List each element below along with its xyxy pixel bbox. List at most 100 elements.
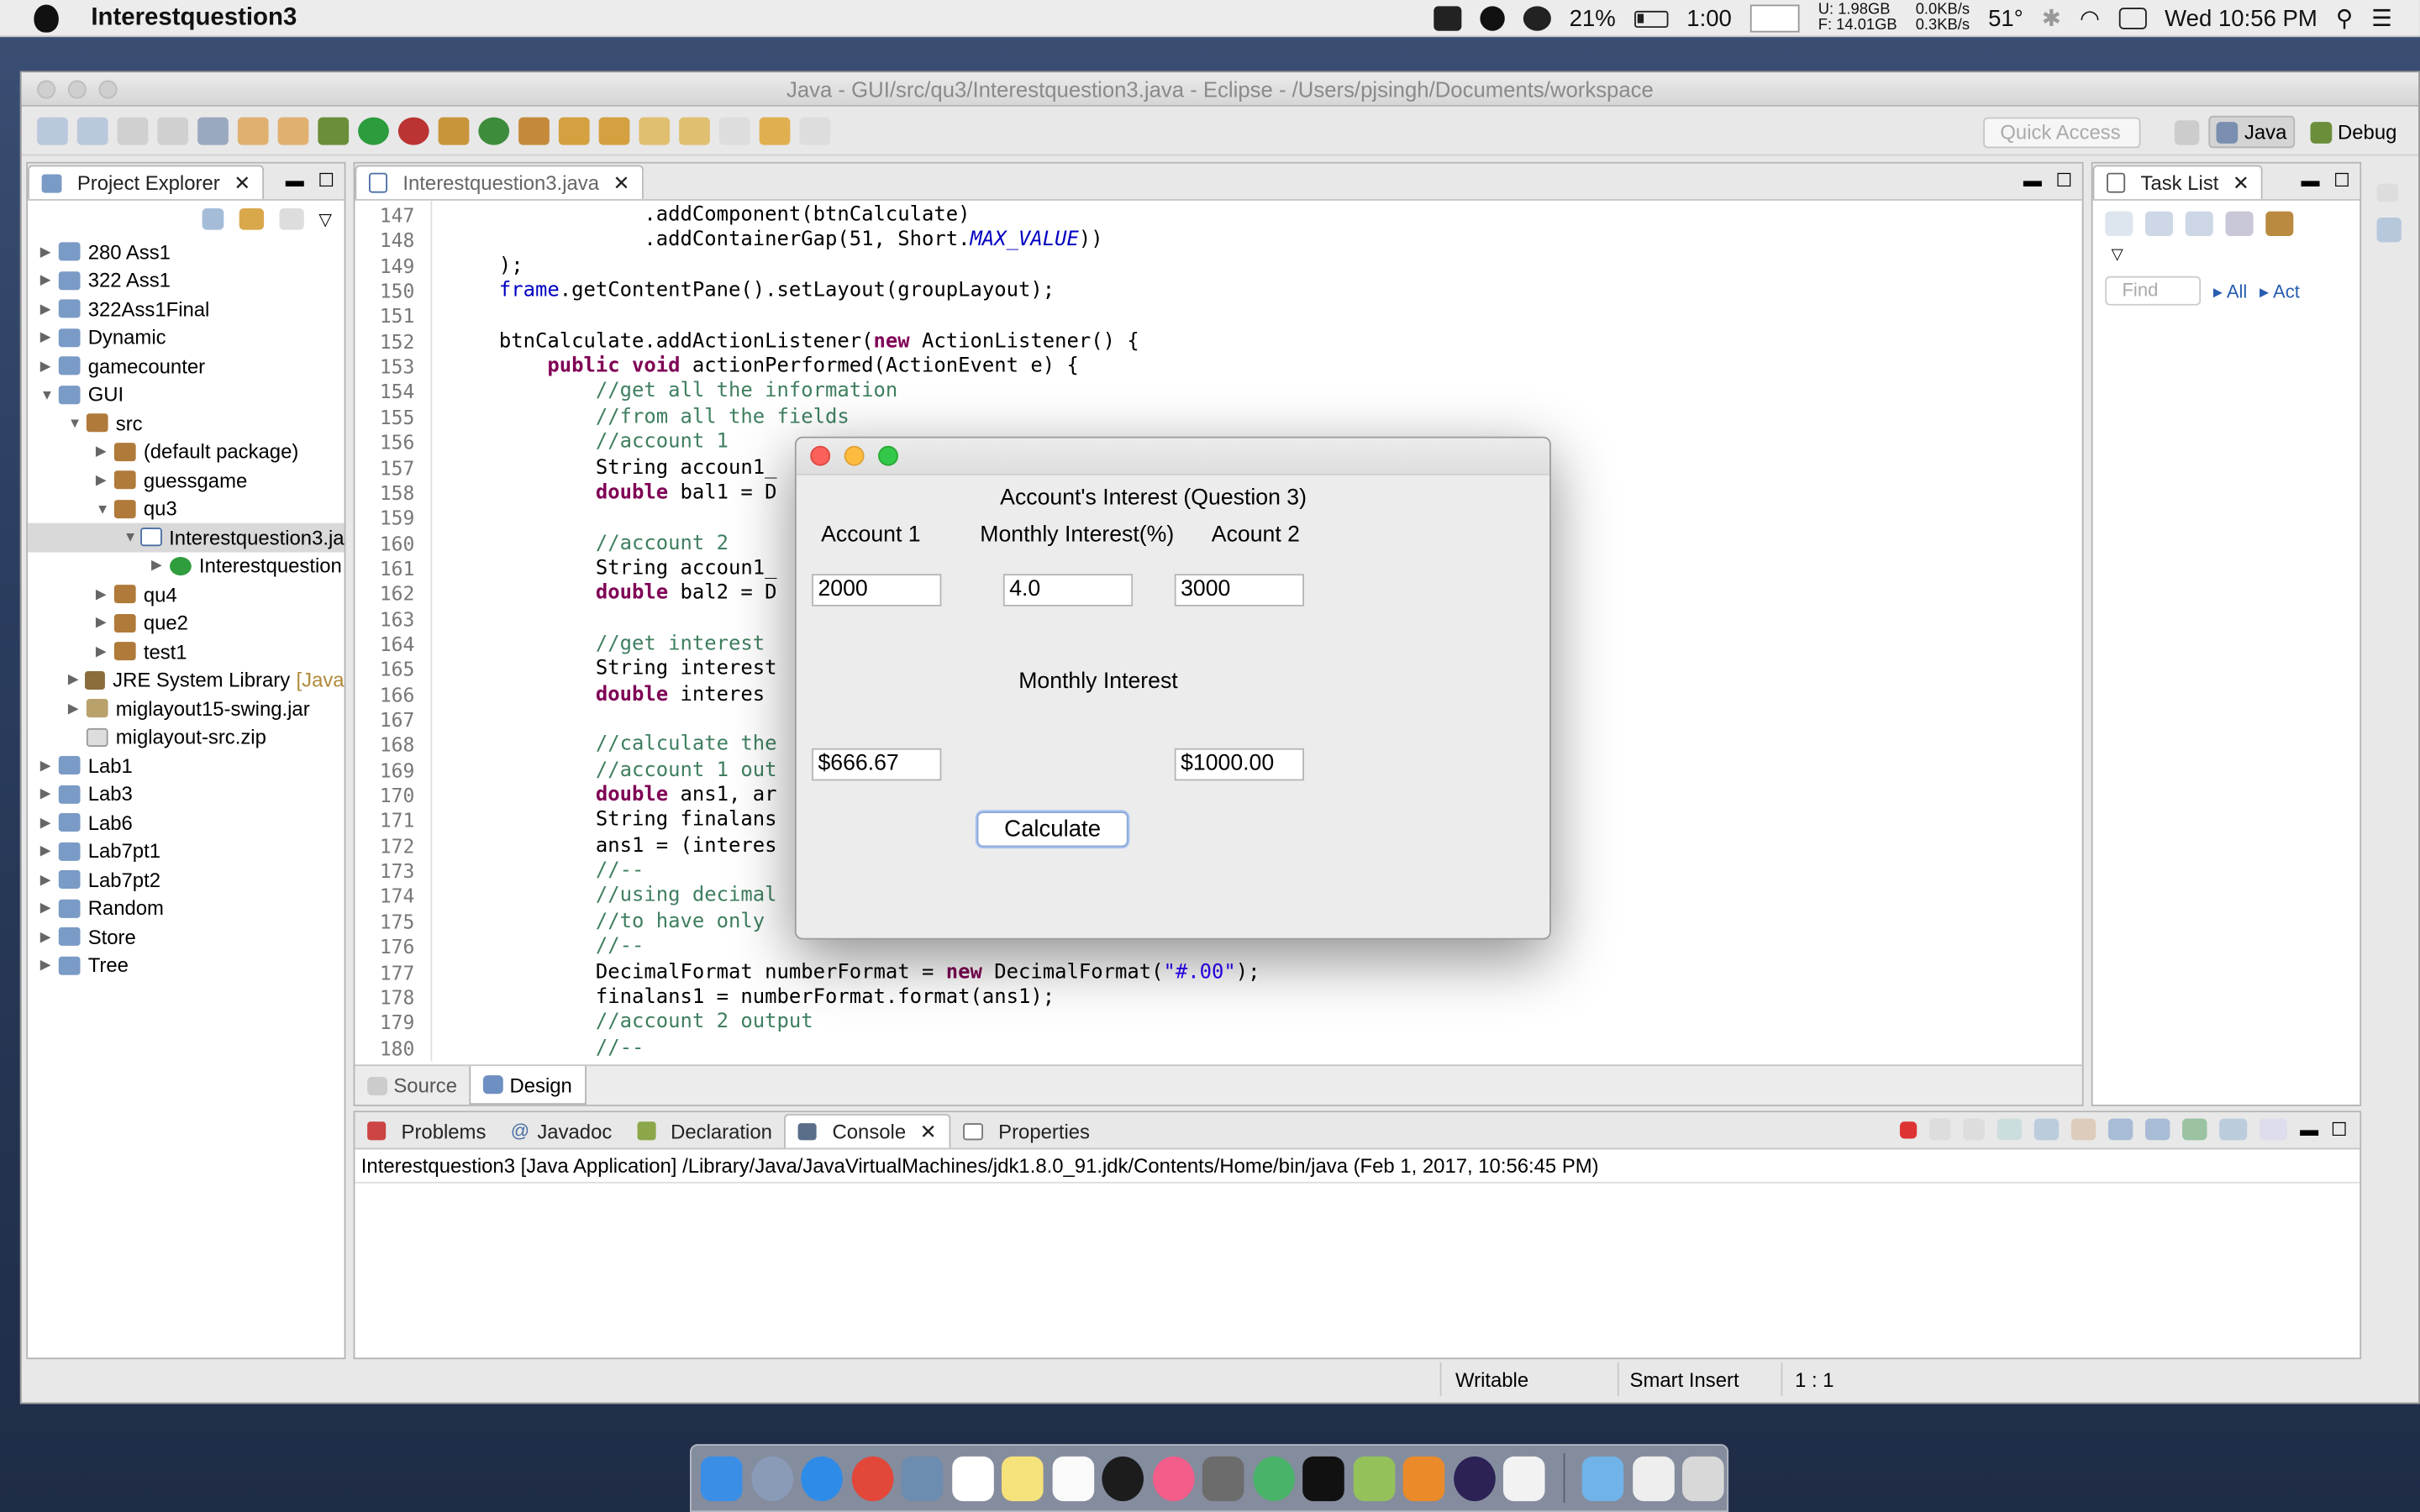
account1-input[interactable]: 2000 [812, 574, 942, 606]
remove-all-icon[interactable] [1963, 1118, 1986, 1141]
tree-item[interactable]: ▶ Interestquestion [28, 552, 345, 580]
outline-icon[interactable] [2376, 217, 2402, 243]
debug-perspective-button[interactable]: Debug [2304, 118, 2403, 147]
calendar-icon[interactable] [2118, 8, 2147, 29]
new-icon[interactable] [37, 116, 68, 144]
tree-item[interactable]: ▶ que2 [28, 609, 345, 638]
code-line[interactable]: //to have only [450, 910, 765, 933]
code-line[interactable]: //calculate the [450, 733, 777, 757]
new-task-icon[interactable] [2105, 211, 2133, 237]
task-find-field[interactable]: Find [2105, 276, 2202, 306]
chrome-icon[interactable] [850, 1455, 893, 1501]
collapsed-arrow-icon[interactable]: ▶ [96, 614, 114, 631]
finder-icon[interactable] [700, 1455, 743, 1501]
tree-item[interactable]: ▼ qu3 [28, 495, 345, 523]
code-line[interactable]: //from all the fields [450, 406, 850, 429]
apple-icon[interactable] [34, 3, 59, 32]
expanded-arrow-icon[interactable]: ▼ [68, 416, 87, 431]
tree-item[interactable]: ▶ miglayout15-swing.jar [28, 695, 345, 723]
java-app-icon[interactable] [1502, 1455, 1545, 1501]
code-line[interactable]: //get all the information [450, 381, 897, 404]
documents-stack-icon[interactable] [1632, 1455, 1674, 1501]
pin-console-icon[interactable] [2182, 1118, 2207, 1141]
collapsed-arrow-icon[interactable]: ▶ [40, 301, 59, 318]
code-line[interactable]: double interes [450, 683, 765, 706]
code-line[interactable]: btnCalculate.addActionListener(new Actio… [450, 330, 1139, 354]
terminal-icon[interactable] [1302, 1455, 1344, 1501]
close-button[interactable] [37, 80, 56, 99]
calculate-button[interactable]: Calculate [976, 811, 1128, 848]
code-line[interactable]: //-- [450, 1036, 644, 1059]
dialog-zoom-button[interactable] [878, 445, 898, 466]
new-java-icon[interactable] [76, 116, 108, 144]
tab-properties[interactable]: Properties [950, 1114, 1102, 1147]
maximize-icon[interactable]: ☐ [2331, 1119, 2348, 1141]
dialog-titlebar[interactable] [796, 438, 1550, 475]
tree-item[interactable]: ▶ guessgame [28, 466, 345, 495]
tab-design[interactable]: Design [469, 1066, 587, 1105]
tree-item[interactable]: ▶ JRE System Library [Java [28, 666, 345, 695]
link-editor-icon[interactable] [238, 207, 264, 230]
collapsed-arrow-icon[interactable]: ▶ [68, 700, 87, 717]
collapsed-arrow-icon[interactable]: ▶ [40, 871, 59, 888]
tree-item[interactable]: ▶ Random [28, 894, 345, 922]
debug-icon[interactable] [318, 116, 350, 144]
notification-center-icon[interactable]: ☰ [2371, 5, 2392, 32]
code-line[interactable]: .addContainerGap(51, Short.MAX_VALUE)) [450, 228, 1102, 252]
clock[interactable]: Wed 10:56 PM [2165, 5, 2317, 31]
tab-interestquestion3-java[interactable]: Interestquestion3.java ✕ [355, 165, 644, 199]
code-line[interactable]: ); [450, 254, 523, 277]
tree-item[interactable]: ▶ Tree [28, 951, 345, 979]
tab-source[interactable]: Source [355, 1066, 469, 1105]
code-line[interactable]: String finalans [450, 809, 777, 832]
minimize-icon[interactable]: ▬ [2023, 170, 2042, 192]
preview-icon[interactable] [901, 1455, 944, 1501]
scheduled-icon[interactable] [2185, 211, 2213, 237]
open-console-icon[interactable] [2260, 1118, 2288, 1141]
code-line[interactable]: String interest [450, 658, 777, 681]
collapsed-arrow-icon[interactable]: ▶ [68, 671, 85, 688]
hide-completed-icon[interactable] [2225, 211, 2254, 237]
account2-input[interactable]: 3000 [1174, 574, 1305, 606]
system-preferences-icon[interactable] [1202, 1455, 1244, 1501]
code-line[interactable]: //-- [450, 859, 644, 883]
trash-icon[interactable] [1682, 1455, 1724, 1501]
new-package-icon[interactable] [438, 116, 470, 144]
tab-console[interactable]: Console ✕ [784, 1114, 951, 1148]
dialog-close-button[interactable] [810, 445, 831, 466]
code-line[interactable]: finalans1 = numberFormat.format(ans1); [450, 985, 1055, 1009]
remove-launch-icon[interactable] [1929, 1118, 1952, 1141]
launchpad-icon[interactable] [750, 1455, 793, 1501]
collapsed-arrow-icon[interactable]: ▶ [40, 244, 59, 260]
collapsed-arrow-icon[interactable]: ▶ [40, 329, 59, 346]
all-tasks-link[interactable]: ▸ All [2213, 280, 2247, 302]
itunes-icon[interactable] [1152, 1455, 1194, 1501]
code-line[interactable]: public void actionPerformed(ActionEvent … [450, 355, 1079, 379]
tree-item[interactable]: ▶ Store [28, 922, 345, 951]
collapsed-arrow-icon[interactable]: ▶ [96, 643, 114, 659]
battery-icon[interactable] [1634, 9, 1669, 28]
temperature[interactable]: 51° [1988, 5, 2023, 31]
task-dropdown-icon[interactable]: ▽ [2093, 247, 2360, 264]
tree-item[interactable]: ▶ Lab7pt1 [28, 837, 345, 865]
quick-access-field[interactable]: Quick Access [1983, 117, 2141, 149]
code-line[interactable]: String accoun1_ [450, 557, 777, 580]
view-menu-icon[interactable]: ▽ [318, 209, 332, 229]
show-on-stdout-icon[interactable] [2108, 1118, 2133, 1141]
collapsed-arrow-icon[interactable]: ▶ [40, 757, 59, 774]
code-line[interactable]: frame.getContentPane().setLayout(groupLa… [450, 280, 1055, 303]
tree-item[interactable]: ▶ 322 Ass1 [28, 266, 345, 295]
code-line[interactable]: String accoun1_ [450, 456, 777, 480]
code-line[interactable]: DecimalFormat numberFormat = new Decimal… [450, 960, 1260, 984]
istat-icon[interactable] [1433, 6, 1462, 31]
collapsed-arrow-icon[interactable]: ▶ [40, 843, 59, 859]
collapsed-arrow-icon[interactable]: ▶ [40, 358, 59, 375]
wifi-icon[interactable]: ◠ [2080, 5, 2100, 32]
eclipse-icon[interactable] [1453, 1455, 1495, 1501]
skip-breakpoints-icon[interactable] [197, 116, 229, 144]
run-icon[interactable] [358, 116, 389, 144]
tab-project-explorer[interactable]: Project Explorer ✕ [28, 165, 265, 199]
prev-annotation-icon[interactable] [679, 116, 710, 144]
restore-icon[interactable] [2376, 183, 2399, 202]
collapsed-arrow-icon[interactable]: ▶ [151, 558, 170, 575]
